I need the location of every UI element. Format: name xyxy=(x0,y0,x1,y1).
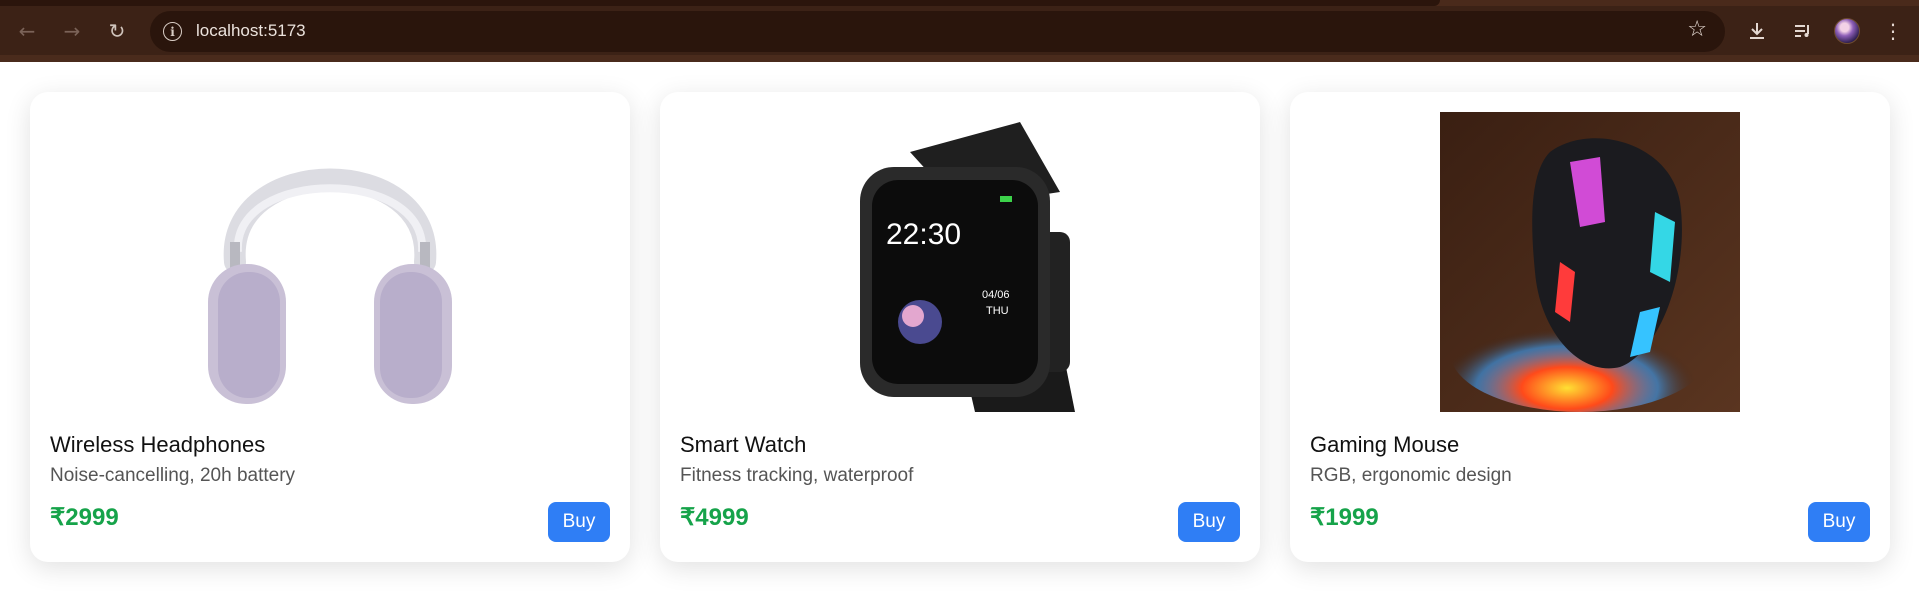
product-title: Gaming Mouse xyxy=(1310,432,1460,457)
product-card: Gaming Mouse RGB, ergonomic design ₹1999… xyxy=(1290,92,1890,562)
smartwatch-image: 22:30 04/06 THU xyxy=(810,112,1110,412)
product-description: Fitness tracking, waterproof xyxy=(680,465,914,486)
product-card: Wireless Headphones Noise-cancelling, 20… xyxy=(30,92,630,562)
tab-strip xyxy=(0,0,1919,6)
menu-icon[interactable]: ⋮ xyxy=(1876,14,1910,48)
toolbar-bottom-border xyxy=(0,55,1919,62)
product-title: Wireless Headphones xyxy=(50,432,266,457)
product-page: Wireless Headphones Noise-cancelling, 20… xyxy=(0,62,1919,595)
address-bar[interactable]: i localhost:5173 ☆ xyxy=(150,11,1725,52)
reload-icon[interactable]: ↻ xyxy=(100,14,134,48)
url-text[interactable]: localhost:5173 xyxy=(196,21,306,41)
product-title: Smart Watch xyxy=(680,432,807,457)
product-card: 22:30 04/06 THU Smart Watch Fitness trac… xyxy=(660,92,1260,562)
forward-icon[interactable]: → xyxy=(55,14,89,48)
buy-button[interactable]: Buy xyxy=(1178,502,1240,542)
product-description: Noise-cancelling, 20h battery xyxy=(50,465,296,486)
back-icon[interactable]: ← xyxy=(10,14,44,48)
download-icon[interactable] xyxy=(1740,14,1774,48)
watch-time: 22:30 xyxy=(886,218,961,251)
browser-toolbar: ← → ↻ i localhost:5173 ☆ ⋮ xyxy=(0,0,1919,62)
media-control-icon[interactable] xyxy=(1786,14,1820,48)
product-price: ₹4999 xyxy=(680,504,749,531)
bookmark-star-icon[interactable]: ☆ xyxy=(1687,17,1707,42)
product-price: ₹1999 xyxy=(1310,504,1379,531)
watch-day: THU xyxy=(986,305,1009,317)
watch-date: 04/06 xyxy=(982,289,1010,301)
site-info-icon[interactable]: i xyxy=(163,22,182,41)
headphones-image xyxy=(180,112,480,412)
gaming-mouse-image xyxy=(1440,112,1740,412)
product-price: ₹2999 xyxy=(50,504,119,531)
buy-button[interactable]: Buy xyxy=(1808,502,1870,542)
tab-shape xyxy=(0,0,1440,6)
product-description: RGB, ergonomic design xyxy=(1310,465,1512,486)
buy-button[interactable]: Buy xyxy=(548,502,610,542)
profile-avatar[interactable] xyxy=(1834,18,1860,44)
